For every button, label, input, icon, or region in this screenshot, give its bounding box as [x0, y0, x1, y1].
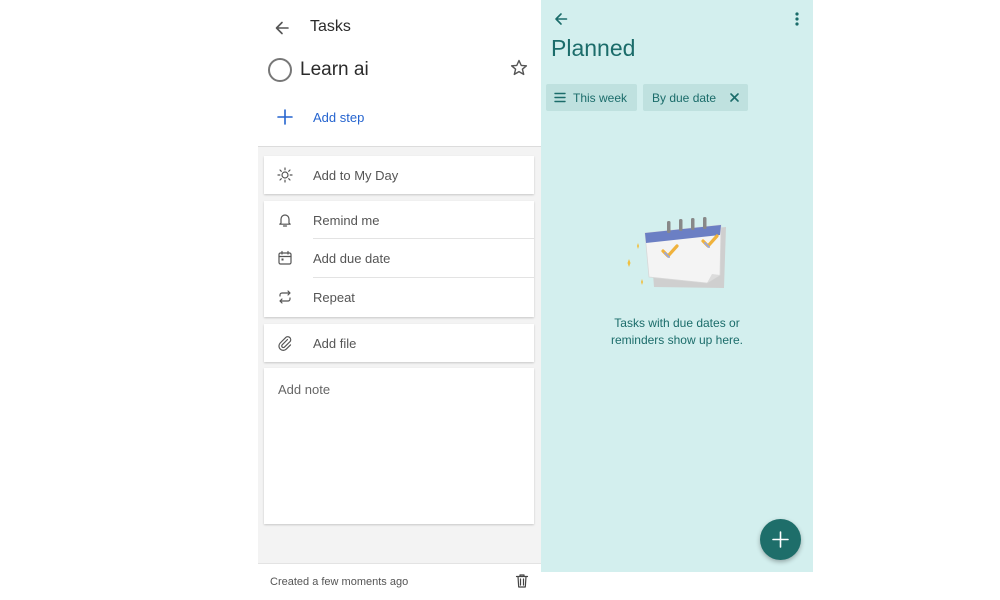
back-arrow-icon[interactable] [272, 18, 292, 38]
note-field[interactable]: Add note [264, 368, 534, 524]
task-title[interactable]: Learn ai [300, 59, 369, 81]
my-day-card: Add to My Day [264, 156, 534, 194]
schedule-card: Remind me Add due date Repeat [264, 201, 534, 317]
sort-chip-label: By due date [652, 91, 717, 105]
add-file-button[interactable]: Add file [264, 324, 534, 362]
sort-chip-by-due-date[interactable]: By due date [643, 84, 748, 111]
calendar-illustration [619, 203, 731, 295]
plus-icon [772, 531, 789, 548]
paperclip-icon [277, 335, 293, 351]
add-file-label: Add file [313, 336, 357, 351]
star-icon[interactable] [509, 58, 529, 78]
remind-me-label: Remind me [313, 213, 380, 228]
repeat-button[interactable]: Repeat [264, 278, 534, 317]
empty-state-message: Tasks with due dates or reminders show u… [567, 315, 787, 349]
add-due-date-label: Add due date [313, 251, 391, 266]
back-arrow-icon[interactable] [552, 10, 570, 28]
more-vertical-icon[interactable] [791, 10, 803, 28]
add-task-fab[interactable] [760, 519, 801, 560]
add-to-my-day-label: Add to My Day [313, 168, 399, 183]
bell-icon [277, 212, 293, 228]
empty-state-line-2: reminders show up here. [610, 333, 744, 347]
add-due-date-button[interactable]: Add due date [264, 239, 534, 278]
task-header: Tasks Learn ai Add step [258, 0, 541, 147]
close-icon[interactable] [729, 92, 740, 103]
repeat-icon [277, 289, 293, 305]
complete-task-checkbox[interactable] [268, 58, 292, 82]
trash-icon[interactable] [514, 573, 530, 589]
empty-state-line-1: Tasks with due dates or [614, 316, 740, 330]
note-placeholder: Add note [278, 382, 331, 397]
calendar-icon [277, 250, 293, 266]
filter-lines-icon [554, 92, 566, 103]
filter-chip-label: This week [573, 91, 628, 105]
filter-chip-this-week[interactable]: This week [546, 84, 637, 111]
add-step-button[interactable]: Add step [313, 110, 364, 125]
remind-me-button[interactable]: Remind me [264, 201, 534, 239]
sun-icon [277, 167, 293, 183]
list-title: Planned [551, 35, 636, 61]
plus-icon[interactable] [276, 108, 294, 126]
repeat-label: Repeat [313, 290, 355, 305]
file-card: Add file [264, 324, 534, 362]
add-to-my-day-button[interactable]: Add to My Day [264, 156, 534, 194]
task-footer: Created a few moments ago [258, 563, 541, 600]
created-timestamp: Created a few moments ago [270, 576, 409, 588]
task-detail-pane: Tasks Learn ai Add step Add to My Day Re… [258, 0, 541, 600]
page-title: Tasks [310, 18, 351, 35]
planned-list-pane: Planned This week By due date Tasks with… [541, 0, 813, 572]
